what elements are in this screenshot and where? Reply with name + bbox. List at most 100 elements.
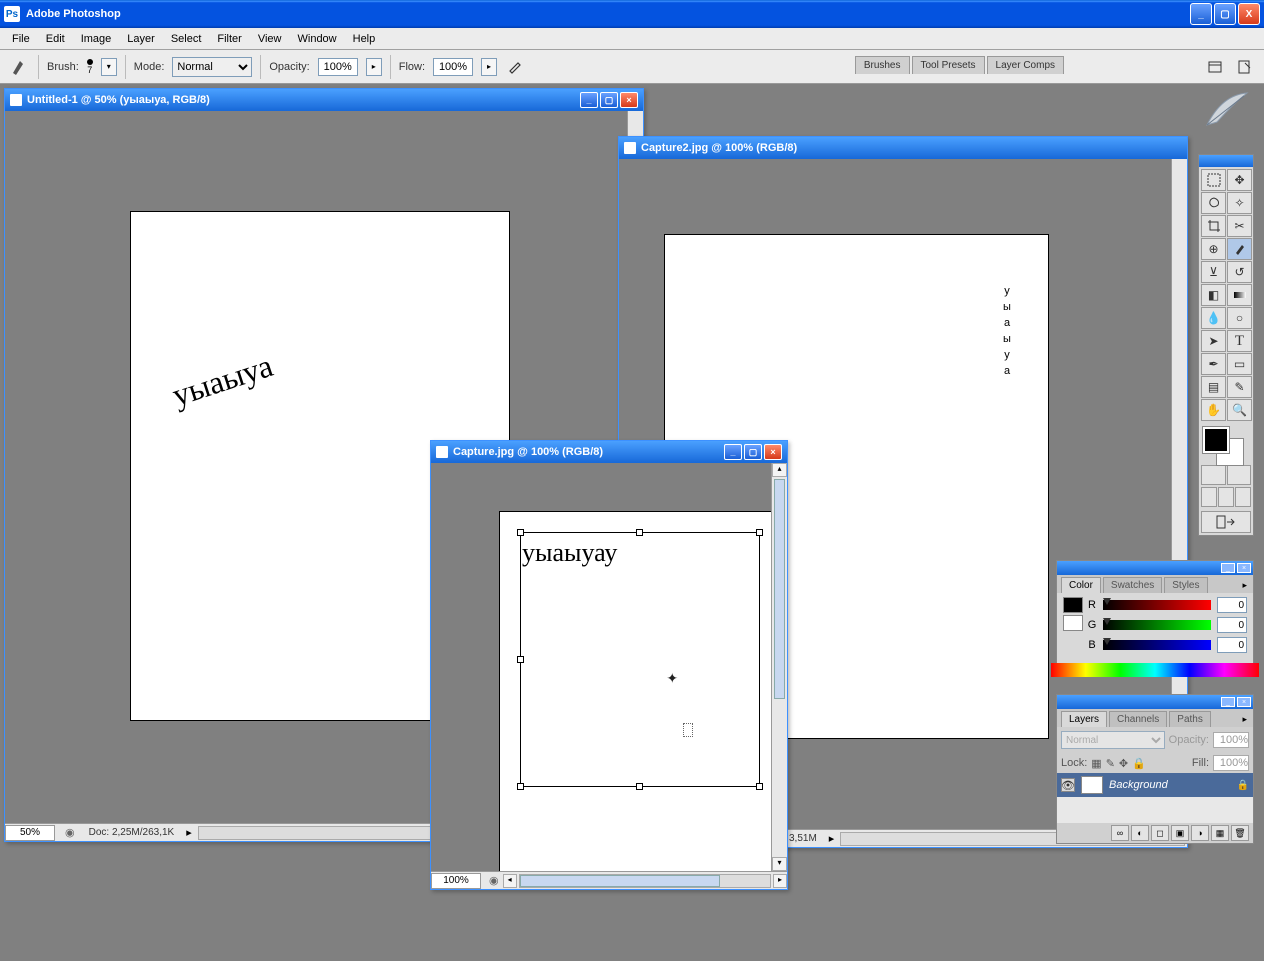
lock-transparency-icon[interactable]: ▦ [1091, 757, 1101, 770]
info-arrow[interactable]: ▸ [182, 826, 196, 839]
panel-minimize-button[interactable]: _ [1221, 563, 1235, 573]
hand-tool-icon[interactable]: ✋ [1201, 399, 1226, 421]
menu-window[interactable]: Window [290, 30, 345, 48]
menu-view[interactable]: View [250, 30, 290, 48]
screen-mode-full-button[interactable] [1235, 487, 1251, 507]
lock-paint-icon[interactable]: ✎ [1106, 757, 1115, 770]
g-slider[interactable] [1103, 620, 1211, 630]
panel-close-button[interactable]: × [1237, 563, 1251, 573]
tab-channels[interactable]: Channels [1109, 711, 1167, 727]
jump-to-imageready-icon[interactable] [1201, 511, 1251, 533]
menu-help[interactable]: Help [345, 30, 384, 48]
delete-layer-icon[interactable]: 🗑 [1231, 825, 1249, 841]
lasso-tool-icon[interactable] [1201, 192, 1226, 214]
move-tool-icon[interactable]: ✥ [1227, 169, 1252, 191]
dock-tab-layer-comps[interactable]: Layer Comps [987, 56, 1064, 74]
dock-tab-brushes[interactable]: Brushes [855, 56, 910, 74]
doc-info-icon[interactable]: ◉ [485, 874, 503, 887]
g-input[interactable] [1217, 617, 1247, 633]
adjustment-layer-icon[interactable]: ◑ [1191, 825, 1209, 841]
layer-name[interactable]: Background [1109, 779, 1231, 791]
menu-image[interactable]: Image [73, 30, 120, 48]
vertical-scrollbar[interactable]: ▴ ▾ [771, 463, 787, 871]
standard-mode-button[interactable] [1201, 465, 1226, 485]
canvas[interactable]: ✦ уыаыуау [499, 511, 771, 871]
flow-arrow[interactable]: ▸ [481, 58, 497, 76]
screen-mode-standard-button[interactable] [1201, 487, 1217, 507]
gradient-tool-icon[interactable] [1227, 284, 1252, 306]
menu-edit[interactable]: Edit [38, 30, 73, 48]
panel-menu-icon[interactable]: ▸ [1240, 712, 1249, 727]
b-input[interactable] [1217, 637, 1247, 653]
notes-tool-icon[interactable]: ▤ [1201, 376, 1226, 398]
doc-info-icon[interactable]: ◉ [59, 826, 81, 839]
shape-tool-icon[interactable]: ▭ [1227, 353, 1252, 375]
doc-close-button[interactable]: × [764, 444, 782, 460]
palette-grip[interactable] [1199, 155, 1253, 167]
fg-swatch[interactable] [1063, 597, 1083, 613]
opacity-arrow[interactable]: ▸ [366, 58, 382, 76]
layers-panel[interactable]: _ × Layers Channels Paths ▸ Normal Opaci… [1056, 694, 1254, 844]
bg-swatch[interactable] [1063, 615, 1083, 631]
airbrush-icon[interactable] [505, 56, 527, 78]
menu-file[interactable]: File [4, 30, 38, 48]
tab-paths[interactable]: Paths [1169, 711, 1211, 727]
maximize-button[interactable]: ▢ [1214, 3, 1236, 25]
tools-palette[interactable]: ✥ ✧ ✂ ⊕ ⊻ ↺ ◧ 💧 ○ ➤ T ✒ ▭ ▤ ✎ ✋ 🔍 [1198, 154, 1254, 536]
palette-toggle-icon[interactable] [1234, 56, 1256, 78]
blur-tool-icon[interactable]: 💧 [1201, 307, 1226, 329]
foreground-color-swatch[interactable] [1203, 427, 1229, 453]
r-slider[interactable] [1103, 600, 1211, 610]
brush-picker-arrow[interactable]: ▾ [101, 58, 117, 76]
color-swatches[interactable] [1201, 425, 1251, 463]
doc-maximize-button[interactable]: ▢ [744, 444, 762, 460]
screen-mode-fullmenu-button[interactable] [1218, 487, 1234, 507]
eyedropper-tool-icon[interactable]: ✎ [1227, 376, 1252, 398]
layer-list[interactable]: 👁 Background 🔒 [1057, 773, 1253, 823]
horizontal-scrollbar[interactable] [519, 874, 771, 888]
dodge-tool-icon[interactable]: ○ [1227, 307, 1252, 329]
tab-color[interactable]: Color [1061, 577, 1101, 593]
lock-position-icon[interactable]: ✥ [1119, 757, 1128, 770]
brush-tool-icon[interactable] [1227, 238, 1252, 260]
stamp-tool-icon[interactable]: ⊻ [1201, 261, 1226, 283]
visibility-toggle-icon[interactable]: 👁 [1061, 778, 1075, 792]
history-brush-tool-icon[interactable]: ↺ [1227, 261, 1252, 283]
document-window-capture[interactable]: Capture.jpg @ 100% (RGB/8) _ ▢ × ✦ [430, 440, 788, 890]
layer-thumbnail[interactable] [1081, 776, 1103, 794]
scroll-left-button[interactable]: ◂ [503, 874, 517, 888]
slice-tool-icon[interactable]: ✂ [1227, 215, 1252, 237]
r-input[interactable] [1217, 597, 1247, 613]
path-select-tool-icon[interactable]: ➤ [1201, 330, 1226, 352]
fill-input[interactable] [1213, 755, 1249, 771]
info-arrow[interactable]: ▸ [825, 832, 839, 845]
b-slider[interactable] [1103, 640, 1211, 650]
new-layer-icon[interactable]: ▦ [1211, 825, 1229, 841]
doc-close-button[interactable]: × [620, 92, 638, 108]
layer-row-background[interactable]: 👁 Background 🔒 [1057, 773, 1253, 797]
opacity-input[interactable] [318, 58, 358, 76]
minimize-button[interactable]: _ [1190, 3, 1212, 25]
eraser-tool-icon[interactable]: ◧ [1201, 284, 1226, 306]
menu-select[interactable]: Select [163, 30, 210, 48]
menu-layer[interactable]: Layer [119, 30, 163, 48]
layer-mask-icon[interactable]: ◻ [1151, 825, 1169, 841]
marquee-tool-icon[interactable] [1201, 169, 1226, 191]
layer-style-icon[interactable]: ◐ [1131, 825, 1149, 841]
quickmask-mode-button[interactable] [1227, 465, 1252, 485]
color-panel[interactable]: _ × Color Swatches Styles ▸ R G [1056, 560, 1254, 674]
flow-input[interactable] [433, 58, 473, 76]
pen-tool-icon[interactable]: ✒ [1201, 353, 1226, 375]
layer-blend-mode-select[interactable]: Normal [1061, 731, 1165, 749]
transform-center-icon[interactable]: ✦ [666, 670, 678, 687]
doc-minimize-button[interactable]: _ [580, 92, 598, 108]
transform-bounding-box[interactable]: ✦ [520, 532, 760, 787]
scroll-right-button[interactable]: ▸ [773, 874, 787, 888]
blend-mode-select[interactable]: Normal [172, 57, 252, 77]
doc-maximize-button[interactable]: ▢ [600, 92, 618, 108]
tab-swatches[interactable]: Swatches [1103, 577, 1162, 593]
color-ramp[interactable] [1051, 663, 1259, 677]
panel-menu-icon[interactable]: ▸ [1240, 578, 1249, 593]
type-tool-icon[interactable]: T [1227, 330, 1252, 352]
tab-styles[interactable]: Styles [1164, 577, 1207, 593]
